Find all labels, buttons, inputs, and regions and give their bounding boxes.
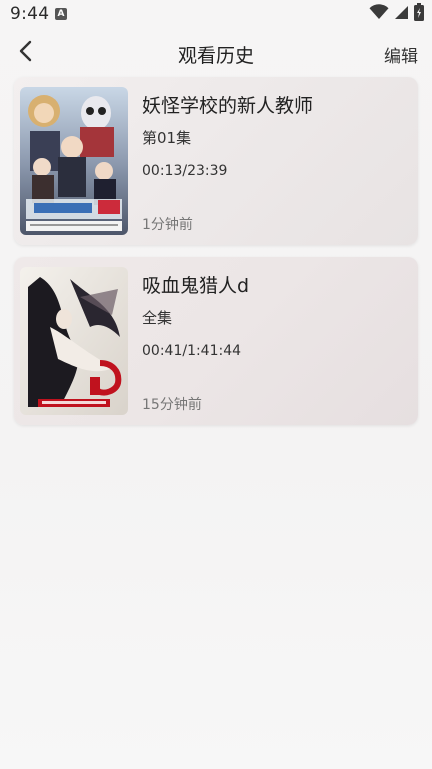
page-title: 观看历史 bbox=[177, 45, 254, 67]
history-item-info: 妖怪学校的新人教师 第01集 00:13/23:39 1分钟前 bbox=[142, 77, 408, 245]
anime-title: 吸血鬼猎人d bbox=[142, 275, 250, 297]
status-time: 9:44 bbox=[10, 4, 50, 24]
status-icons bbox=[369, 3, 424, 25]
watched-time: 15分钟前 bbox=[142, 397, 202, 413]
status-bar: 9:44 A bbox=[0, 0, 432, 30]
history-item[interactable]: 妖怪学校的新人教师 第01集 00:13/23:39 1分钟前 bbox=[14, 77, 418, 245]
app-header: 观看历史 编辑 bbox=[0, 30, 432, 76]
anime-title: 妖怪学校的新人教师 bbox=[142, 95, 314, 117]
watch-history-screen: 9:44 A 观看历史 编辑 妖怪学校的新人教师 第01集 00:13/23:3… bbox=[0, 0, 432, 769]
wifi-icon bbox=[369, 4, 389, 24]
edit-button[interactable]: 编辑 bbox=[384, 42, 418, 67]
history-item[interactable]: 吸血鬼猎人d 全集 00:41/1:41:44 15分钟前 bbox=[14, 257, 418, 425]
playback-progress: 00:41/1:41:44 bbox=[142, 343, 242, 359]
battery-icon bbox=[414, 3, 424, 25]
episode-label: 第01集 bbox=[142, 129, 192, 147]
signal-icon bbox=[394, 5, 409, 24]
watched-time: 1分钟前 bbox=[142, 217, 193, 233]
history-list: 妖怪学校的新人教师 第01集 00:13/23:39 1分钟前 吸血鬼猎人d 全… bbox=[14, 77, 418, 437]
a-icon: A bbox=[55, 8, 67, 20]
poster-image bbox=[20, 87, 128, 235]
playback-progress: 00:13/23:39 bbox=[142, 163, 228, 179]
history-item-info: 吸血鬼猎人d 全集 00:41/1:41:44 15分钟前 bbox=[142, 257, 408, 425]
episode-label: 全集 bbox=[142, 309, 173, 327]
poster-image bbox=[20, 267, 128, 415]
